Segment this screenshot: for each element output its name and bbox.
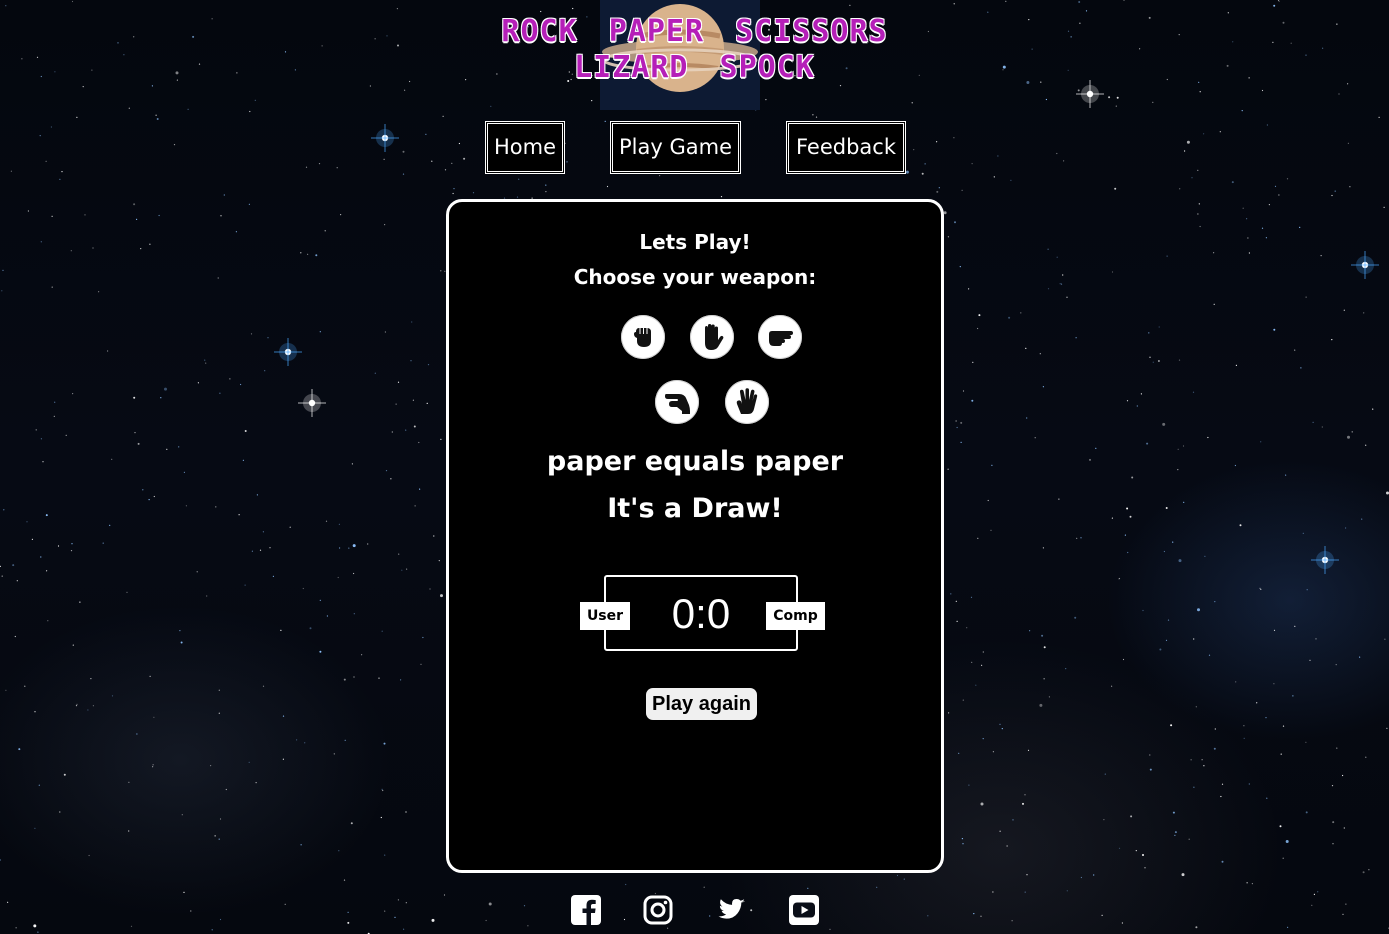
game-card: Lets Play! Choose your weapon: paper equ… bbox=[446, 199, 944, 873]
site-title: ROCK PAPER SCISSORS LIZARD SPOCK bbox=[0, 14, 1389, 86]
hand-paper-icon bbox=[705, 324, 724, 350]
hand-rock-icon bbox=[634, 328, 651, 347]
youtube-link[interactable] bbox=[788, 894, 820, 926]
site-header: ROCK PAPER SCISSORS LIZARD SPOCK bbox=[0, 0, 1389, 110]
facebook-link[interactable] bbox=[570, 894, 602, 926]
lizard-button[interactable] bbox=[655, 380, 699, 424]
hand-scissors-icon bbox=[769, 331, 793, 346]
facebook-icon bbox=[571, 895, 601, 925]
play-again-button[interactable]: Play again bbox=[646, 688, 757, 720]
nav-play-game-button[interactable]: Play Game bbox=[610, 121, 741, 174]
instagram-icon bbox=[643, 895, 673, 925]
game-heading: Lets Play! bbox=[639, 230, 751, 254]
round-result: paper equals paper bbox=[546, 446, 844, 477]
user-score-label: User bbox=[580, 602, 630, 630]
weapon-prompt: Choose your weapon: bbox=[573, 265, 817, 289]
rock-button[interactable] bbox=[621, 315, 665, 359]
twitter-link[interactable] bbox=[715, 894, 747, 926]
paper-button[interactable] bbox=[690, 315, 734, 359]
title-line-2: LIZARD SPOCK bbox=[574, 50, 815, 85]
scissors-button[interactable] bbox=[758, 315, 802, 359]
round-outcome: It's a Draw! bbox=[607, 493, 783, 524]
comp-score-label: Comp bbox=[766, 602, 825, 630]
instagram-link[interactable] bbox=[642, 894, 674, 926]
twitter-icon bbox=[718, 899, 745, 919]
title-line-1: ROCK PAPER SCISSORS bbox=[501, 14, 888, 49]
youtube-icon bbox=[789, 895, 819, 925]
hand-lizard-icon bbox=[665, 394, 690, 414]
nav-home-button[interactable]: Home bbox=[485, 121, 565, 174]
hand-spock-icon bbox=[736, 388, 758, 414]
spock-button[interactable] bbox=[725, 380, 769, 424]
nav-feedback-button[interactable]: Feedback bbox=[786, 121, 906, 174]
